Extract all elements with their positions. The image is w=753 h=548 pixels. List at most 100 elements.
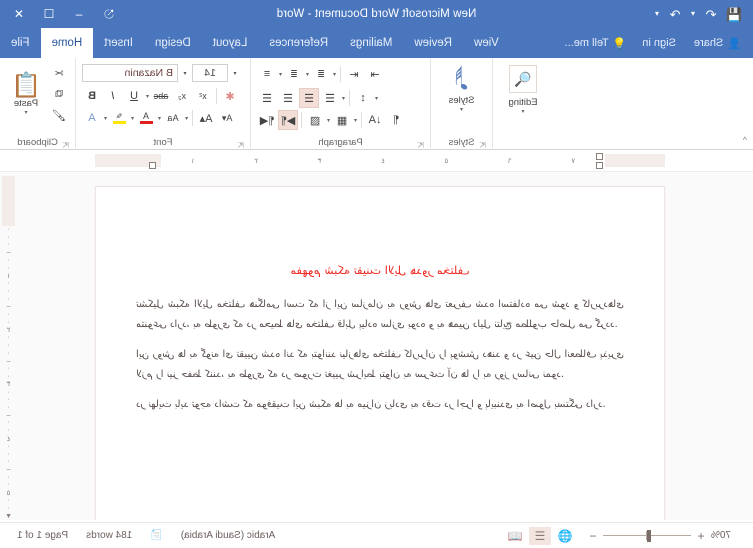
shrink-font-button[interactable]: A▾	[217, 108, 237, 128]
page-indicator[interactable]: Page 1 of 1	[8, 530, 77, 541]
collapse-ribbon-icon[interactable]: ^	[743, 135, 747, 145]
tab-mailings[interactable]: Mailings	[339, 28, 403, 58]
paste-button[interactable]: 📋 Paste ▾	[4, 63, 48, 127]
numbering-caret-icon[interactable]: ▾	[305, 71, 310, 78]
numbering-button[interactable]: ≣	[284, 64, 304, 84]
multilevel-caret-icon[interactable]: ▾	[332, 71, 337, 78]
web-layout-button[interactable]: 🌐	[554, 527, 576, 545]
zoom-out-button[interactable]: −	[588, 529, 598, 543]
font-name-caret-icon[interactable]: ▾	[179, 64, 191, 82]
clear-formatting-icon[interactable]: ✱	[220, 86, 240, 106]
superscript-button[interactable]: x²	[193, 86, 213, 106]
zoom-slider-thumb[interactable]	[646, 529, 651, 542]
tab-design[interactable]: Design	[144, 28, 202, 58]
align-right-button[interactable]: ☰	[320, 88, 340, 108]
line-spacing-caret-icon[interactable]: ▾	[374, 95, 379, 102]
proofing-icon[interactable]: 📄	[141, 530, 171, 541]
underline-caret-icon[interactable]: ▾	[145, 93, 150, 100]
highlight-color-button[interactable]: ✎	[109, 108, 129, 128]
sign-in-button[interactable]: Sign in	[634, 28, 684, 58]
zoom-slider[interactable]	[603, 529, 691, 542]
borders-button[interactable]: ▦	[332, 110, 352, 130]
font-color-button[interactable]: A	[136, 108, 156, 128]
styles-caret-icon[interactable]: ▾	[459, 106, 464, 113]
styles-dialog-launcher-icon[interactable]: ⇱	[479, 141, 486, 150]
minimize-icon[interactable]: –	[64, 1, 94, 27]
bullets-caret-icon[interactable]: ▾	[278, 71, 283, 78]
lightbulb-icon: 💡	[612, 37, 627, 50]
line-spacing-button[interactable]: ↕	[353, 88, 373, 108]
tab-file[interactable]: File	[0, 28, 41, 58]
subscript-button[interactable]: x₂	[172, 86, 192, 106]
font-color-caret-icon[interactable]: ▾	[157, 115, 162, 122]
copy-icon: ⧉	[55, 87, 63, 100]
show-marks-button[interactable]: ¶	[386, 110, 406, 130]
share-button[interactable]: 👤 Share	[686, 28, 749, 58]
paragraph-dialog-launcher-icon[interactable]: ⇱	[417, 141, 424, 150]
cut-button[interactable]: ✂	[49, 63, 69, 83]
grow-font-button[interactable]: A▴	[196, 108, 216, 128]
font-dialog-launcher-icon[interactable]: ⇱	[237, 141, 244, 150]
group-styles: 𝅘𝅥𝅰 Styles ▾ Styles ⇱	[431, 58, 493, 150]
borders-caret-icon[interactable]: ▾	[353, 117, 358, 124]
styles-button[interactable]: 𝅘𝅥𝅰 Styles ▾	[438, 61, 486, 129]
right-indent-marker[interactable]	[149, 162, 156, 169]
text-effects-caret-icon[interactable]: ▾	[103, 115, 108, 122]
editing-button[interactable]: 🔍 Editing ▾	[499, 61, 547, 129]
sort-button[interactable]: ↓A	[365, 110, 385, 130]
font-size-input[interactable]: 14	[192, 64, 228, 82]
align-center-button[interactable]: ☰	[278, 88, 298, 108]
increase-indent-button[interactable]: ⇥	[365, 64, 385, 84]
tab-layout[interactable]: Layout	[202, 28, 259, 58]
first-line-indent-marker[interactable]	[596, 153, 603, 160]
tab-home[interactable]: Home	[40, 28, 94, 58]
italic-button[interactable]: I	[103, 86, 123, 106]
ribbon-display-options-icon[interactable]: ⎋	[94, 1, 124, 27]
close-icon[interactable]: ✕	[4, 1, 34, 27]
highlight-caret-icon[interactable]: ▾	[130, 115, 135, 122]
rtl-direction-button[interactable]: ▶¶	[278, 110, 298, 130]
align-left-button[interactable]: ☰	[257, 88, 277, 108]
print-layout-button[interactable]: ☰	[529, 526, 551, 545]
text-effects-button[interactable]: A	[82, 108, 102, 128]
vertical-ruler[interactable]: ⌞ · · · – · · ١ · · · – · · ٢ · · · – · …	[2, 172, 15, 520]
underline-button[interactable]: U	[124, 86, 144, 106]
ruler-ticks: ١ ٢ ٣ ٤ ٥ ٦ ٧	[161, 154, 605, 167]
change-case-caret-icon[interactable]: ▾	[184, 115, 189, 122]
tab-view[interactable]: View	[463, 28, 510, 58]
ltr-direction-button[interactable]: ¶◀	[257, 110, 277, 130]
change-case-button[interactable]: Aa	[163, 108, 183, 128]
bold-button[interactable]: B	[82, 86, 102, 106]
restore-icon[interactable]: ☐	[34, 1, 64, 27]
horizontal-ruler[interactable]: ١ ٢ ٣ ٤ ٥ ٦ ٧	[95, 154, 665, 167]
strikethrough-button[interactable]: abc	[151, 86, 171, 106]
shading-caret-icon[interactable]: ▾	[326, 117, 331, 124]
bullets-button[interactable]: ≡	[257, 64, 277, 84]
clipboard-dialog-launcher-icon[interactable]: ⇱	[62, 141, 69, 150]
tell-me-box[interactable]: 💡 Tell me...	[559, 28, 633, 58]
align-caret-icon[interactable]: ▾	[341, 95, 346, 102]
highlight-icon: ✎	[115, 111, 123, 121]
align-justify-button[interactable]: ☰	[299, 88, 319, 108]
zoom-in-button[interactable]: +	[696, 529, 706, 543]
tab-references[interactable]: References	[258, 28, 339, 58]
shading-button[interactable]: ▧	[305, 110, 325, 130]
decrease-indent-button[interactable]: ⇤	[344, 64, 364, 84]
editing-caret-icon[interactable]: ▾	[521, 108, 526, 115]
zoom-level[interactable]: 70%	[711, 530, 739, 541]
tab-review[interactable]: Review	[403, 28, 463, 58]
read-mode-button[interactable]: 📖	[504, 527, 526, 545]
document-page[interactable]: مفهوم شبکه تقینت الایل هدور مختلف تشکیل …	[95, 186, 665, 520]
font-size-caret-icon[interactable]: ▾	[229, 64, 241, 82]
tab-insert[interactable]: Insert	[93, 28, 144, 58]
styles-label: Styles	[448, 95, 475, 106]
document-paragraph: این روش ها به گونه ای تقیین شده اند که ب…	[136, 348, 624, 380]
format-painter-button[interactable]: 🖌	[49, 105, 69, 125]
multilevel-list-button[interactable]: ≣	[311, 64, 331, 84]
word-count[interactable]: 184 words	[77, 530, 141, 541]
paste-caret-icon[interactable]: ▾	[24, 109, 29, 116]
language-indicator[interactable]: Arabic (Saudi Arabia)	[172, 530, 285, 541]
hanging-indent-marker[interactable]	[596, 162, 603, 169]
font-name-input[interactable]: B Nazanin	[82, 64, 178, 82]
copy-button[interactable]: ⧉	[49, 84, 69, 104]
